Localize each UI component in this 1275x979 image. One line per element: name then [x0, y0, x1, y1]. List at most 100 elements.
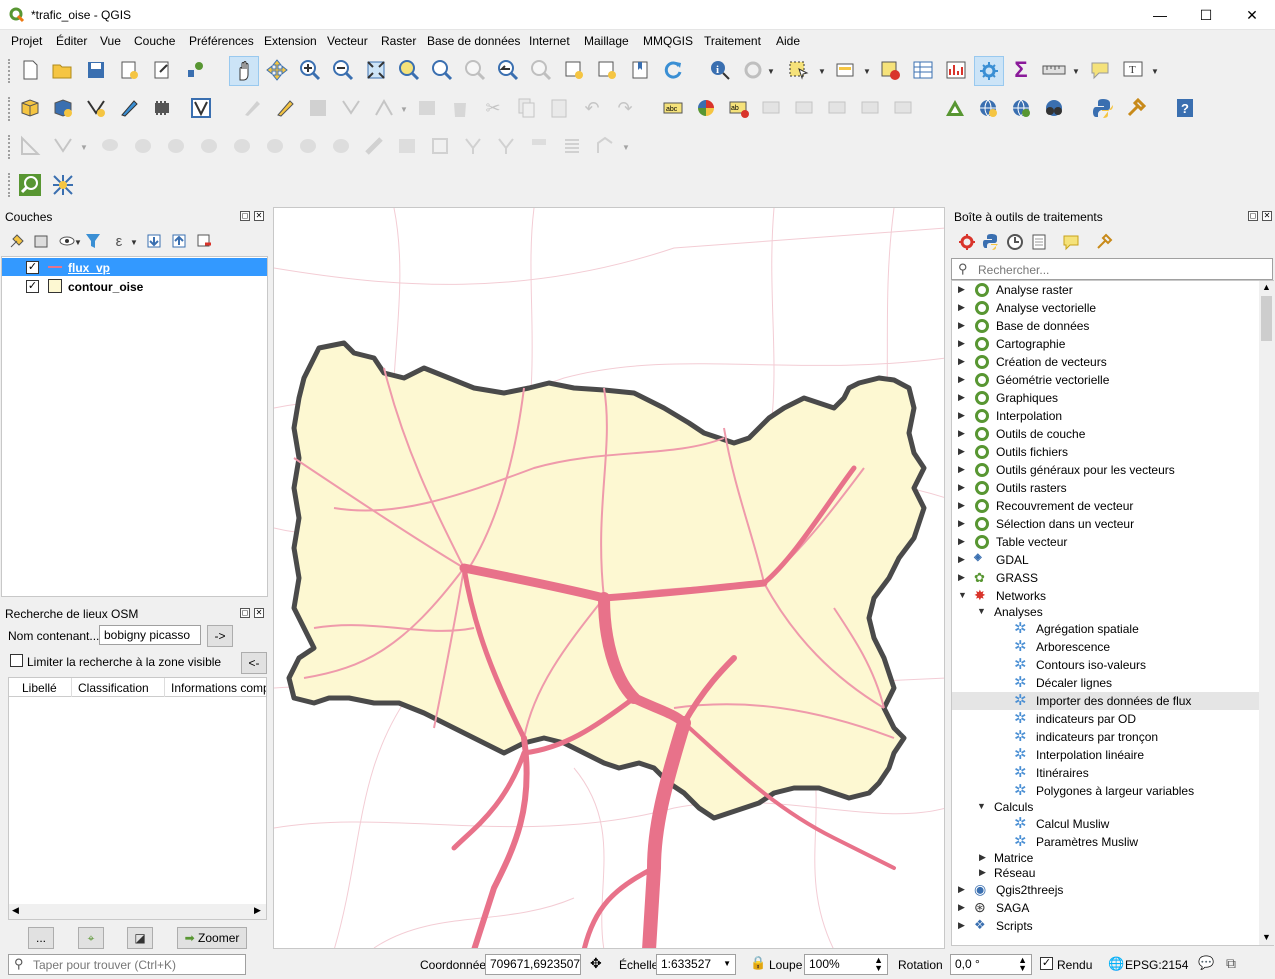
menu-maillage[interactable]: Maillage — [584, 34, 629, 48]
toolbar-grip[interactable] — [8, 135, 12, 159]
filter-legend-icon[interactable] — [82, 230, 104, 252]
pan-map-icon[interactable] — [229, 56, 259, 86]
expand-arrow-icon[interactable]: ▶ — [979, 852, 986, 863]
vertex-tool-icon[interactable] — [371, 95, 397, 121]
virtual-layer-icon[interactable] — [149, 95, 175, 121]
vertical-scrollbar[interactable]: ▲ ▼ — [1259, 281, 1274, 945]
reshape-icon[interactable] — [262, 133, 288, 159]
collapse-all-icon[interactable] — [168, 230, 190, 252]
zoom-out-icon[interactable] — [330, 57, 356, 83]
scale-combobox[interactable]: 1:633527 ▼ — [656, 954, 736, 975]
render-checkbox[interactable]: ✓ — [1040, 957, 1053, 970]
layer-row-contour-oise[interactable]: ✓ contour_oise — [2, 277, 267, 295]
spinner-arrows-icon[interactable]: ▲ ▼ — [874, 956, 883, 973]
select-by-value-dropdown-icon[interactable]: ▼ — [863, 67, 871, 76]
style-manager-icon[interactable] — [182, 57, 208, 83]
transform-tool-icon[interactable] — [592, 133, 618, 159]
osm-search-button[interactable]: -> — [207, 625, 233, 647]
split-features-icon[interactable] — [394, 133, 420, 159]
new-print-layout-icon[interactable] — [116, 57, 142, 83]
expand-arrow-icon[interactable]: ▶ — [979, 867, 986, 878]
layer-row-flux-vp[interactable]: ✓ flux_vp — [2, 258, 267, 276]
limit-visible-checkbox[interactable] — [10, 654, 23, 667]
expression-dropdown-icon[interactable]: ▼ — [130, 238, 138, 247]
expand-arrow-icon[interactable]: ▶ — [958, 536, 965, 547]
zoom-native-icon[interactable] — [462, 57, 488, 83]
statistics-icon[interactable] — [943, 57, 969, 83]
osm-search-icon[interactable] — [17, 172, 43, 198]
rotation-spinbox[interactable]: 0,0 ° ▲ ▼ — [950, 954, 1032, 975]
measure-icon[interactable] — [1041, 57, 1067, 83]
measure-dropdown-icon[interactable]: ▼ — [1072, 67, 1080, 76]
digitize-icon[interactable] — [116, 95, 142, 121]
close-panel-icon[interactable]: ✕ — [254, 608, 264, 618]
reverse-line-icon[interactable] — [328, 133, 354, 159]
zoom-in-icon[interactable] — [297, 57, 323, 83]
expand-arrow-icon[interactable]: ▶ — [958, 920, 965, 931]
expand-arrow-icon[interactable]: ▶ — [958, 482, 965, 493]
expand-arrow-icon[interactable]: ▶ — [958, 518, 965, 529]
expand-arrow-icon[interactable]: ▶ — [958, 554, 965, 565]
menu-aide[interactable]: Aide — [776, 34, 800, 48]
refresh-icon[interactable] — [660, 57, 686, 83]
offset-curve-icon[interactable] — [295, 133, 321, 159]
expand-arrow-icon[interactable]: ▶ — [958, 500, 965, 511]
scripts-icon[interactable] — [980, 231, 1002, 253]
toolbar-grip[interactable] — [8, 173, 12, 197]
collapse-arrow-icon[interactable]: ▼ — [958, 590, 967, 600]
coordinate-field[interactable]: 709671,6923507 — [485, 954, 581, 975]
add-vector-icon[interactable] — [188, 95, 214, 121]
new-3d-map-view-icon[interactable] — [594, 57, 620, 83]
select-dropdown-icon[interactable]: ▼ — [818, 67, 826, 76]
expand-arrow-icon[interactable]: ▶ — [958, 284, 965, 295]
menu-traitement[interactable]: Traitement — [704, 34, 761, 48]
maximize-button[interactable]: ☐ — [1183, 0, 1229, 30]
add-wfs-icon[interactable] — [1008, 95, 1034, 121]
expand-all-icon[interactable] — [143, 230, 165, 252]
save-project-icon[interactable] — [83, 57, 109, 83]
georeferencer-icon[interactable] — [942, 95, 968, 121]
menu-internet[interactable]: Internet — [529, 34, 570, 48]
menu-vecteur[interactable]: Vecteur — [327, 34, 368, 48]
simplify-icon[interactable] — [97, 133, 123, 159]
crs-button[interactable]: EPSG:2154 — [1125, 958, 1188, 972]
visibility-dropdown-icon[interactable]: ▼ — [74, 238, 82, 247]
add-part-dropdown-icon[interactable]: ▼ — [80, 143, 88, 152]
vertex-dropdown-icon[interactable]: ▼ — [400, 105, 408, 114]
new-geopackage-icon[interactable] — [50, 95, 76, 121]
menu-base-de-donnees[interactable]: Base de données — [427, 34, 520, 48]
python-console-icon[interactable] — [1090, 95, 1116, 121]
delete-ring-icon[interactable] — [196, 133, 222, 159]
lock-scale-icon[interactable]: 🔒 — [750, 955, 766, 971]
menu-mmqgis[interactable]: MMQGIS — [643, 34, 693, 48]
float-panel-icon[interactable]: ◻ — [240, 211, 250, 221]
networks-plugin-icon[interactable] — [50, 172, 76, 198]
expand-arrow-icon[interactable]: ▶ — [958, 464, 965, 475]
diagram-options-icon[interactable] — [693, 95, 719, 121]
move-label-icon[interactable] — [825, 95, 851, 121]
offset-point-symbols-icon[interactable] — [559, 133, 585, 159]
close-panel-icon[interactable]: ✕ — [254, 211, 264, 221]
plugin-updates-icon[interactable]: ⧉ — [1226, 955, 1236, 972]
show-hide-labels-icon[interactable] — [792, 95, 818, 121]
more-options-button[interactable]: ... — [28, 927, 54, 949]
osm-name-input[interactable]: bobigny picasso — [99, 625, 201, 645]
menu-projet[interactable]: Projet — [11, 34, 42, 48]
layer-visibility-checkbox[interactable]: ✓ — [26, 261, 39, 274]
remove-layer-icon[interactable] — [193, 230, 215, 252]
collapse-arrow-icon[interactable]: ▼ — [977, 606, 986, 616]
expand-arrow-icon[interactable]: ▶ — [958, 572, 965, 583]
processing-toolbox-icon[interactable] — [974, 56, 1004, 86]
cut-features-icon[interactable]: ✂ — [480, 95, 506, 121]
select-by-value-icon[interactable] — [832, 57, 858, 83]
expand-arrow-icon[interactable]: ▶ — [958, 392, 965, 403]
layout-manager-icon[interactable] — [149, 57, 175, 83]
toolbar-grip[interactable] — [8, 59, 12, 83]
map-canvas[interactable] — [273, 207, 945, 949]
open-project-icon[interactable] — [49, 57, 75, 83]
deselect-all-icon[interactable] — [877, 57, 903, 83]
collapse-arrow-icon[interactable]: ▼ — [977, 801, 986, 811]
rotate-point-symbols-icon[interactable] — [526, 133, 552, 159]
new-shapefile-icon[interactable] — [83, 95, 109, 121]
messages-icon[interactable]: 💬 — [1198, 955, 1214, 971]
